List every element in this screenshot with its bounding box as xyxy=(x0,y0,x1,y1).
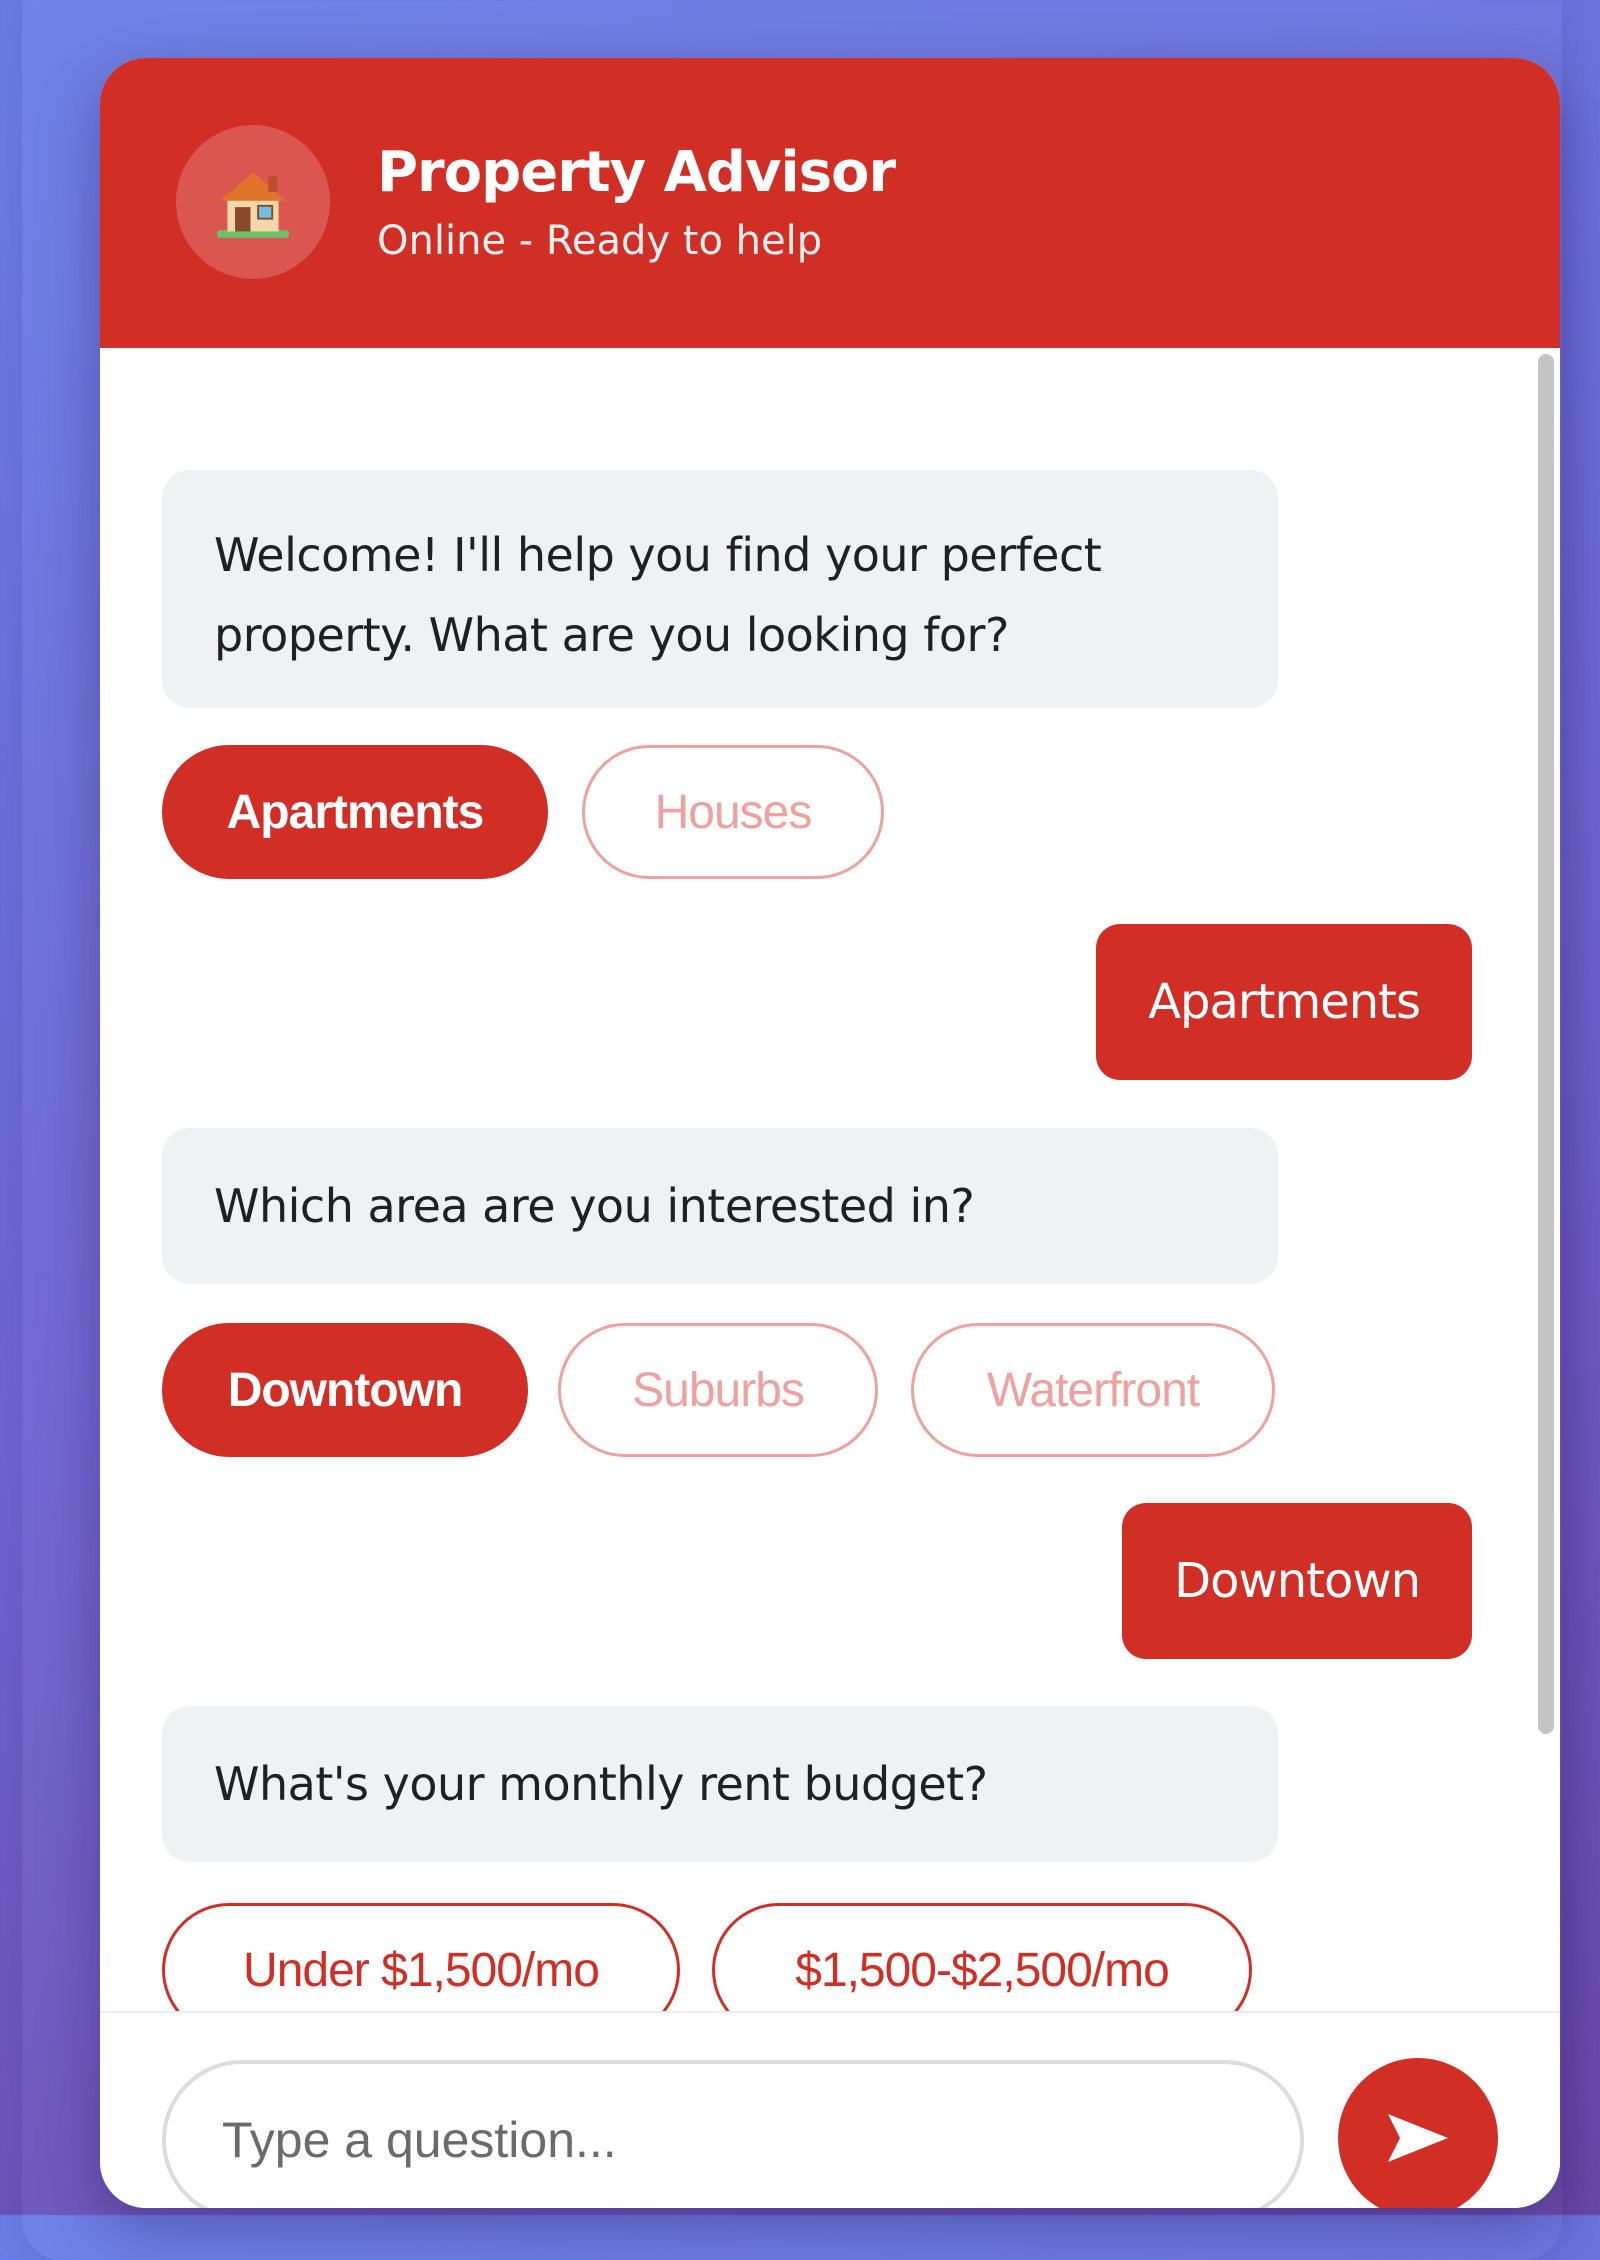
option-chip-waterfront[interactable]: Waterfront xyxy=(911,1323,1275,1457)
option-chip-under-1500[interactable]: Under $1,500/mo xyxy=(162,1903,680,2011)
option-chip-downtown[interactable]: Downtown xyxy=(162,1323,528,1457)
send-arrow-icon xyxy=(1388,2114,1448,2162)
option-chip-1500-2500[interactable]: $1,500-$2,500/mo xyxy=(712,1903,1252,2011)
bot-message: Which area are you interested in? xyxy=(162,1128,1278,1284)
bot-message: Welcome! I'll help you find your perfect… xyxy=(162,470,1278,708)
advisor-name: Property Advisor xyxy=(377,140,896,205)
scrollbar[interactable] xyxy=(1534,348,1560,2011)
question-input[interactable] xyxy=(162,2060,1304,2208)
send-button[interactable] xyxy=(1338,2058,1498,2208)
chat-header: Property Advisor Online - Ready to help xyxy=(100,58,1560,348)
scrollbar-thumb[interactable] xyxy=(1538,354,1554,1734)
advisor-status: Online - Ready to help xyxy=(377,218,823,264)
option-chip-suburbs[interactable]: Suburbs xyxy=(558,1323,878,1457)
message-list[interactable]: Welcome! I'll help you find your perfect… xyxy=(100,348,1560,2011)
advisor-avatar xyxy=(176,125,330,279)
user-message: Apartments xyxy=(1096,924,1472,1080)
chat-widget: Property Advisor Online - Ready to help … xyxy=(100,58,1560,2208)
house-icon xyxy=(217,172,289,238)
input-bar xyxy=(100,2011,1560,2208)
option-chip-apartments[interactable]: Apartments xyxy=(162,745,548,879)
option-chip-houses[interactable]: Houses xyxy=(582,745,884,879)
user-message: Downtown xyxy=(1122,1503,1472,1659)
bot-message: What's your monthly rent budget? xyxy=(162,1706,1278,1862)
